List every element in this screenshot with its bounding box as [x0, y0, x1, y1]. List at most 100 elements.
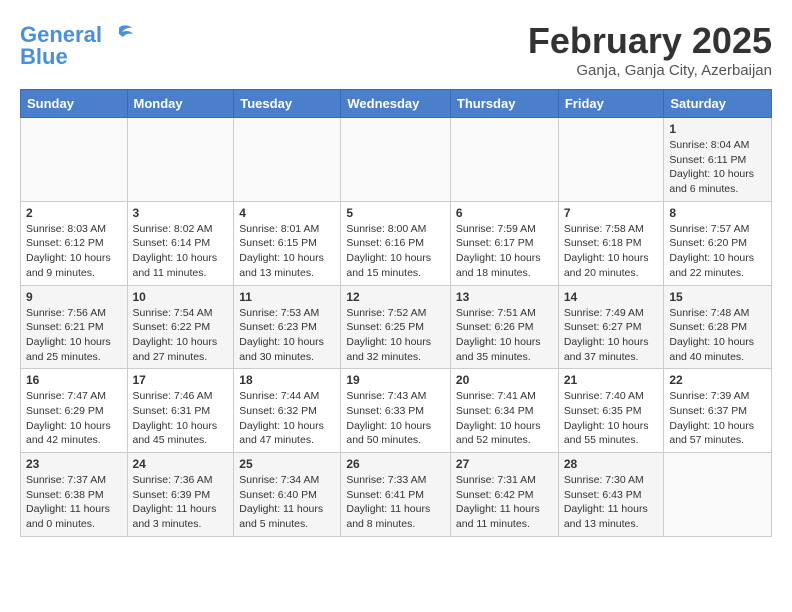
- day-info-text: Sunset: 6:20 PM: [669, 236, 766, 251]
- day-info-text: Daylight: 11 hours and 11 minutes.: [456, 502, 553, 531]
- logo-text: General: [20, 24, 102, 46]
- calendar-table: SundayMondayTuesdayWednesdayThursdayFrid…: [20, 89, 772, 537]
- day-info-text: Sunrise: 7:40 AM: [564, 389, 659, 404]
- day-info-text: Sunrise: 7:57 AM: [669, 222, 766, 237]
- day-info-text: Daylight: 10 hours and 32 minutes.: [346, 335, 445, 364]
- day-info-text: Sunset: 6:12 PM: [26, 236, 122, 251]
- day-info-text: Daylight: 10 hours and 35 minutes.: [456, 335, 553, 364]
- day-info-text: Daylight: 10 hours and 22 minutes.: [669, 251, 766, 280]
- calendar-cell: [21, 118, 128, 202]
- column-header-tuesday: Tuesday: [234, 90, 341, 118]
- day-info-text: Sunrise: 7:59 AM: [456, 222, 553, 237]
- day-info-text: Daylight: 10 hours and 52 minutes.: [456, 419, 553, 448]
- calendar-cell: 6Sunrise: 7:59 AMSunset: 6:17 PMDaylight…: [450, 201, 558, 285]
- day-info-text: Sunset: 6:27 PM: [564, 320, 659, 335]
- day-info-text: Daylight: 10 hours and 37 minutes.: [564, 335, 659, 364]
- day-number: 20: [456, 373, 553, 387]
- calendar-cell: 11Sunrise: 7:53 AMSunset: 6:23 PMDayligh…: [234, 285, 341, 369]
- day-info-text: Sunset: 6:31 PM: [133, 404, 229, 419]
- day-info-text: Sunrise: 7:47 AM: [26, 389, 122, 404]
- day-number: 10: [133, 290, 229, 304]
- day-info-text: Daylight: 11 hours and 13 minutes.: [564, 502, 659, 531]
- day-number: 17: [133, 373, 229, 387]
- day-number: 21: [564, 373, 659, 387]
- day-info-text: Daylight: 10 hours and 6 minutes.: [669, 167, 766, 196]
- day-info-text: Sunrise: 7:41 AM: [456, 389, 553, 404]
- day-number: 7: [564, 206, 659, 220]
- logo: General Blue: [20, 20, 134, 68]
- calendar-week-row: 9Sunrise: 7:56 AMSunset: 6:21 PMDaylight…: [21, 285, 772, 369]
- day-info-text: Sunset: 6:35 PM: [564, 404, 659, 419]
- day-info-text: Sunset: 6:40 PM: [239, 488, 335, 503]
- day-info-text: Sunrise: 7:53 AM: [239, 306, 335, 321]
- day-info-text: Sunrise: 7:58 AM: [564, 222, 659, 237]
- day-number: 6: [456, 206, 553, 220]
- day-info-text: Sunset: 6:26 PM: [456, 320, 553, 335]
- day-info-text: Sunset: 6:22 PM: [133, 320, 229, 335]
- day-info-text: Sunrise: 7:54 AM: [133, 306, 229, 321]
- calendar-cell: 17 Sunrise: 7:46 AMSunset: 6:31 PMDayligh…: [127, 369, 234, 453]
- calendar-cell: 7Sunrise: 7:58 AMSunset: 6:18 PMDaylight…: [558, 201, 664, 285]
- day-info-text: Daylight: 10 hours and 55 minutes.: [564, 419, 659, 448]
- logo-bird-icon: [104, 20, 134, 50]
- day-info-text: Sunrise: 8:04 AM: [669, 138, 766, 153]
- calendar-cell: 20Sunrise: 7:41 AMSunset: 6:34 PMDayligh…: [450, 369, 558, 453]
- day-info-text: Daylight: 10 hours and 13 minutes.: [239, 251, 335, 280]
- day-info-text: Sunset: 6:39 PM: [133, 488, 229, 503]
- day-info-text: Sunset: 6:38 PM: [26, 488, 122, 503]
- day-number: 13: [456, 290, 553, 304]
- day-number: 2: [26, 206, 122, 220]
- day-number: 1: [669, 122, 766, 136]
- day-number: 28: [564, 457, 659, 471]
- day-info-text: Sunrise: 7:44 AM: [239, 389, 335, 404]
- day-number: 15: [669, 290, 766, 304]
- day-info-text: Sunset: 6:28 PM: [669, 320, 766, 335]
- day-info-text: Daylight: 10 hours and 50 minutes.: [346, 419, 445, 448]
- day-info-text: Sunrise: 7:39 AM: [669, 389, 766, 404]
- day-info-text: Sunrise: 7:33 AM: [346, 473, 445, 488]
- calendar-cell: 12Sunrise: 7:52 AMSunset: 6:25 PMDayligh…: [341, 285, 451, 369]
- day-info-text: Sunset: 6:37 PM: [669, 404, 766, 419]
- day-number: 14: [564, 290, 659, 304]
- day-info-text: Daylight: 11 hours and 8 minutes.: [346, 502, 445, 531]
- calendar-week-row: 1 Sunrise: 8:04 AMSunset: 6:11 PMDaylight…: [21, 118, 772, 202]
- day-number: 24: [133, 457, 229, 471]
- day-number: 5: [346, 206, 445, 220]
- day-number: 3: [133, 206, 229, 220]
- calendar-week-row: 16Sunrise: 7:47 AMSunset: 6:29 PMDayligh…: [21, 369, 772, 453]
- calendar-cell: 28Sunrise: 7:30 AMSunset: 6:43 PMDayligh…: [558, 453, 664, 537]
- day-number: 8: [669, 206, 766, 220]
- day-number: 11: [239, 290, 335, 304]
- day-info-text: Daylight: 10 hours and 42 minutes.: [26, 419, 122, 448]
- day-info-text: Sunrise: 7:49 AM: [564, 306, 659, 321]
- subtitle: Ganja, Ganja City, Azerbaijan: [528, 62, 772, 79]
- calendar-cell: 21 Sunrise: 7:40 AMSunset: 6:35 PMDayligh…: [558, 369, 664, 453]
- day-info-text: Daylight: 10 hours and 15 minutes.: [346, 251, 445, 280]
- day-info-text: Sunrise: 7:36 AM: [133, 473, 229, 488]
- day-info-text: Sunrise: 7:56 AM: [26, 306, 122, 321]
- column-header-sunday: Sunday: [21, 90, 128, 118]
- day-info-text: Daylight: 10 hours and 45 minutes.: [133, 419, 229, 448]
- day-number: 16: [26, 373, 122, 387]
- column-header-friday: Friday: [558, 90, 664, 118]
- day-number: 22: [669, 373, 766, 387]
- calendar-cell: 8 Sunrise: 7:57 AMSunset: 6:20 PMDaylight…: [664, 201, 772, 285]
- day-number: 19: [346, 373, 445, 387]
- day-number: 23: [26, 457, 122, 471]
- calendar-cell: 22Sunrise: 7:39 AMSunset: 6:37 PMDayligh…: [664, 369, 772, 453]
- day-info-text: Sunrise: 8:03 AM: [26, 222, 122, 237]
- day-info-text: Daylight: 10 hours and 11 minutes.: [133, 251, 229, 280]
- day-info-text: Sunset: 6:16 PM: [346, 236, 445, 251]
- day-number: 27: [456, 457, 553, 471]
- day-info-text: Sunset: 6:21 PM: [26, 320, 122, 335]
- day-info-text: Sunset: 6:11 PM: [669, 153, 766, 168]
- calendar-cell: 27Sunrise: 7:31 AMSunset: 6:42 PMDayligh…: [450, 453, 558, 537]
- calendar-cell: 4Sunrise: 8:01 AMSunset: 6:15 PMDaylight…: [234, 201, 341, 285]
- day-info-text: Sunrise: 7:52 AM: [346, 306, 445, 321]
- calendar-cell: [127, 118, 234, 202]
- day-info-text: Daylight: 10 hours and 27 minutes.: [133, 335, 229, 364]
- day-info-text: Daylight: 10 hours and 9 minutes.: [26, 251, 122, 280]
- day-info-text: Sunrise: 7:46 AM: [133, 389, 229, 404]
- calendar-cell: 18Sunrise: 7:44 AMSunset: 6:32 PMDayligh…: [234, 369, 341, 453]
- calendar-cell: 9Sunrise: 7:56 AMSunset: 6:21 PMDaylight…: [21, 285, 128, 369]
